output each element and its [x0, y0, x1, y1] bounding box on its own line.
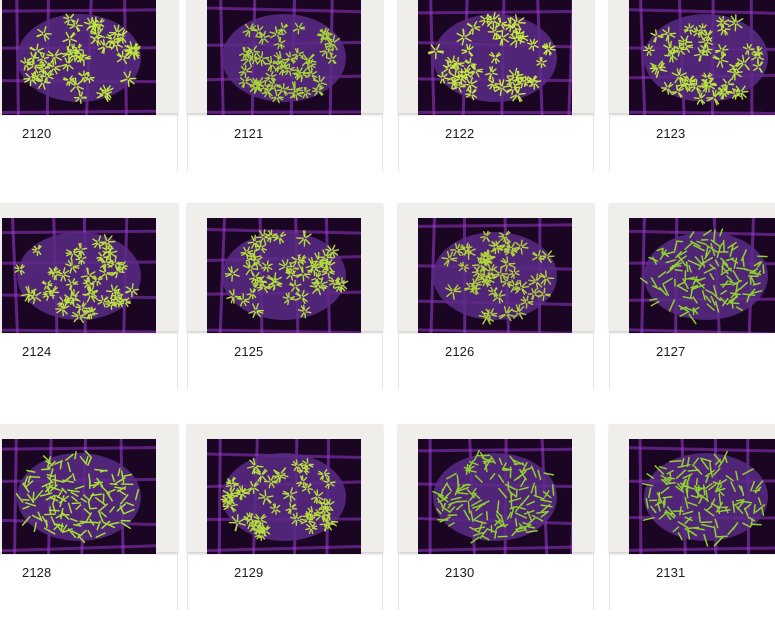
card-divider — [398, 331, 399, 389]
card-divider — [593, 113, 594, 171]
coral-photo[interactable] — [207, 439, 361, 554]
gallery-card[interactable]: 2124 — [0, 203, 178, 390]
item-number-label[interactable]: 2129 — [234, 565, 263, 580]
gallery-card[interactable]: 2128 — [0, 424, 178, 611]
coral-photo[interactable] — [629, 439, 775, 554]
coral-photo[interactable] — [2, 218, 156, 333]
card-divider — [609, 552, 610, 610]
item-number-label[interactable]: 2126 — [445, 344, 474, 359]
gallery-card[interactable]: 2130 — [398, 424, 594, 611]
gallery-card[interactable]: 2121 — [187, 0, 383, 172]
card-divider — [177, 331, 178, 389]
photo-frame — [187, 424, 383, 554]
item-number-label[interactable]: 2124 — [22, 344, 51, 359]
photo-frame — [0, 0, 178, 115]
gallery-card[interactable]: 2122 — [398, 0, 594, 172]
card-divider — [187, 331, 188, 389]
coral-photo[interactable] — [629, 0, 775, 115]
gallery-card[interactable]: 2131 — [609, 424, 775, 611]
photo-frame — [398, 203, 594, 333]
item-number-label[interactable]: 2120 — [22, 126, 51, 141]
card-divider — [398, 552, 399, 610]
item-number-label[interactable]: 2123 — [656, 126, 685, 141]
gallery-card[interactable]: 2120 — [0, 0, 178, 172]
photo-frame — [0, 203, 178, 333]
card-divider — [609, 331, 610, 389]
coral-gallery: 2120 2121 2122 2123 2124 2125 2126 2127 2128 2129… — [0, 0, 775, 625]
photo-frame — [187, 0, 383, 115]
photo-frame — [609, 203, 775, 333]
gallery-card[interactable]: 2125 — [187, 203, 383, 390]
coral-photo[interactable] — [418, 439, 572, 554]
item-number-label[interactable]: 2131 — [656, 565, 685, 580]
photo-frame — [398, 0, 594, 115]
item-number-label[interactable]: 2122 — [445, 126, 474, 141]
card-divider — [187, 113, 188, 171]
gallery-card[interactable]: 2127 — [609, 203, 775, 390]
card-divider — [382, 331, 383, 389]
coral-photo[interactable] — [629, 218, 775, 333]
gallery-card[interactable]: 2129 — [187, 424, 383, 611]
gallery-card[interactable]: 2126 — [398, 203, 594, 390]
card-divider — [187, 552, 188, 610]
card-divider — [593, 552, 594, 610]
photo-frame — [609, 0, 775, 115]
coral-photo[interactable] — [2, 439, 156, 554]
card-divider — [382, 113, 383, 171]
card-divider — [398, 113, 399, 171]
card-divider — [177, 552, 178, 610]
photo-frame — [398, 424, 594, 554]
photo-frame — [0, 424, 178, 554]
item-number-label[interactable]: 2125 — [234, 344, 263, 359]
photo-frame — [187, 203, 383, 333]
card-divider — [177, 113, 178, 171]
item-number-label[interactable]: 2130 — [445, 565, 474, 580]
card-divider — [593, 331, 594, 389]
coral-photo[interactable] — [418, 218, 572, 333]
item-number-label[interactable]: 2128 — [22, 565, 51, 580]
item-number-label[interactable]: 2121 — [234, 126, 263, 141]
coral-photo[interactable] — [2, 0, 156, 115]
gallery-card[interactable]: 2123 — [609, 0, 775, 172]
card-divider — [382, 552, 383, 610]
card-divider — [609, 113, 610, 171]
photo-frame — [609, 424, 775, 554]
coral-photo[interactable] — [207, 0, 361, 115]
item-number-label[interactable]: 2127 — [656, 344, 685, 359]
coral-photo[interactable] — [207, 218, 361, 333]
coral-photo[interactable] — [418, 0, 572, 115]
